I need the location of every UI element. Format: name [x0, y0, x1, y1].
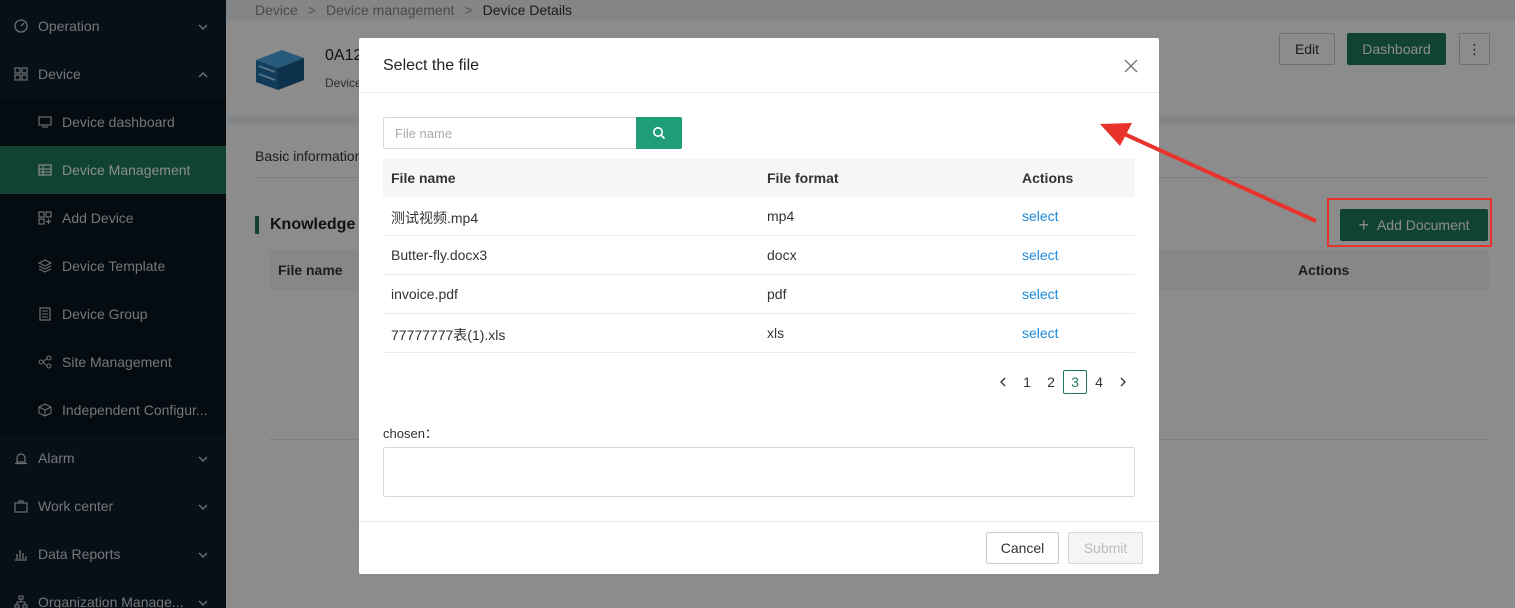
- file-name-search-input[interactable]: [383, 117, 637, 149]
- chosen-files-box[interactable]: [383, 447, 1135, 497]
- pagination-page[interactable]: 2: [1039, 370, 1063, 394]
- table-row: 测试视频.mp4 mp4 select: [383, 197, 1135, 236]
- file-name-cell: 测试视频.mp4: [391, 210, 479, 226]
- table-row: 77777777表(1).xls xls select: [383, 314, 1135, 353]
- file-name-cell: invoice.pdf: [391, 286, 458, 302]
- file-table: File name File format Actions 测试视频.mp4 m…: [383, 159, 1135, 353]
- file-name-cell: Butter-fly.docx3: [391, 247, 488, 263]
- select-file-modal: Select the file File name File format Ac…: [359, 38, 1159, 574]
- submit-button[interactable]: Submit: [1068, 532, 1143, 564]
- column-header-file-name: File name: [391, 170, 456, 186]
- search-icon: [653, 127, 666, 140]
- column-header-actions: Actions: [1022, 170, 1074, 186]
- close-icon[interactable]: [1123, 58, 1139, 74]
- file-format-cell: mp4: [767, 208, 795, 224]
- annotation-highlight-box: [1327, 198, 1492, 247]
- modal-footer-divider: [359, 521, 1159, 522]
- select-link[interactable]: select: [1022, 247, 1059, 263]
- chevron-right-icon: [1120, 377, 1126, 387]
- modal-title: Select the file: [383, 57, 480, 74]
- select-link[interactable]: select: [1022, 208, 1059, 224]
- file-format-cell: xls: [767, 325, 785, 341]
- select-link[interactable]: select: [1022, 286, 1059, 302]
- pagination-page[interactable]: 4: [1087, 370, 1111, 394]
- pagination-page-current[interactable]: 3: [1063, 370, 1087, 394]
- file-name-cell: 77777777表(1).xls: [391, 327, 506, 343]
- column-header-file-format: File format: [767, 170, 839, 186]
- table-row: invoice.pdf pdf select: [383, 275, 1135, 314]
- search-button[interactable]: [636, 117, 682, 149]
- select-link[interactable]: select: [1022, 325, 1059, 341]
- file-format-cell: docx: [767, 247, 797, 263]
- chevron-left-icon: [1000, 377, 1006, 387]
- pagination-prev[interactable]: [991, 370, 1015, 394]
- pagination-next[interactable]: [1111, 370, 1135, 394]
- modal-header-divider: [359, 92, 1159, 93]
- table-row: Butter-fly.docx3 docx select: [383, 236, 1135, 275]
- file-table-header: File name File format Actions: [383, 159, 1135, 197]
- chosen-label: chosen：: [383, 426, 438, 441]
- file-format-cell: pdf: [767, 286, 787, 302]
- cancel-button[interactable]: Cancel: [986, 532, 1059, 564]
- pagination-page[interactable]: 1: [1015, 370, 1039, 394]
